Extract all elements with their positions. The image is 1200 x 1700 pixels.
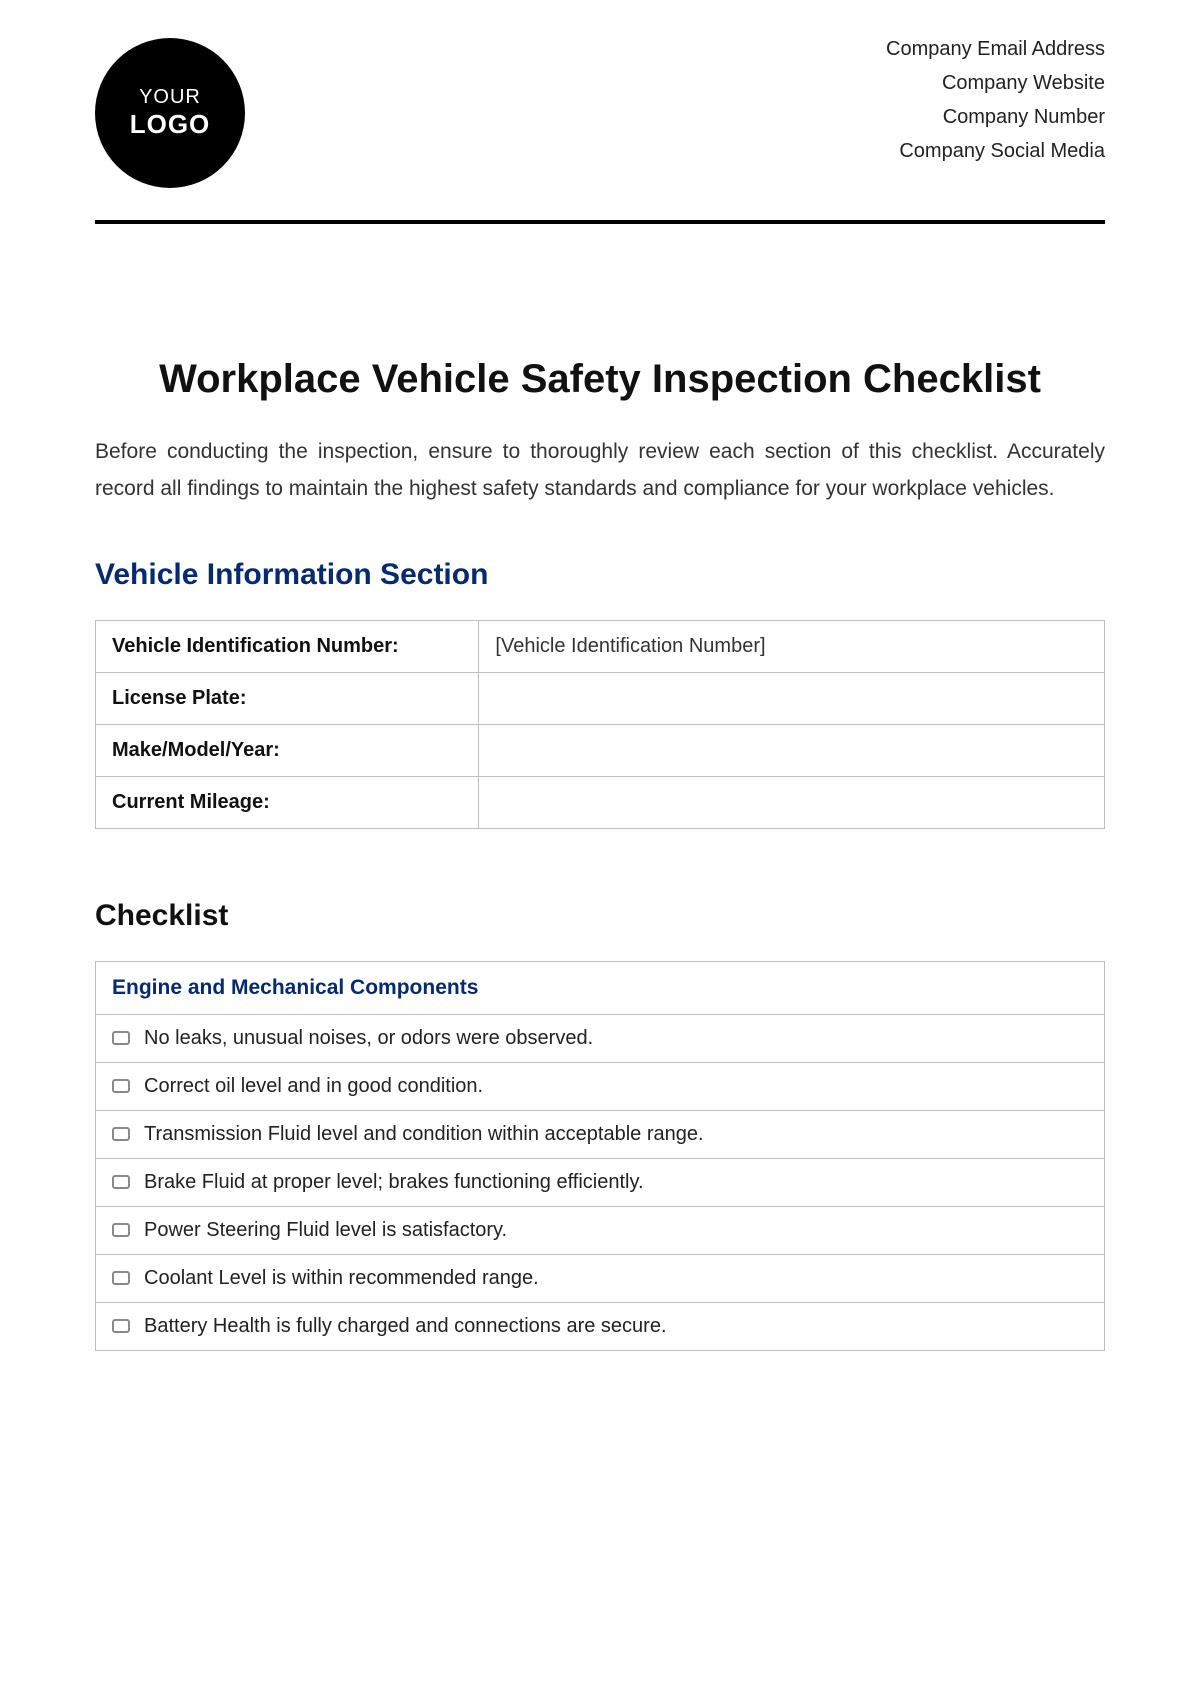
checklist-item-label: Correct oil level and in good condition. (144, 1075, 483, 1098)
checklist-item: Power Steering Fluid level is satisfacto… (112, 1219, 1088, 1242)
intro-paragraph: Before conducting the inspection, ensure… (95, 434, 1105, 508)
logo-text-your: YOUR (139, 85, 201, 109)
checklist-item: Battery Health is fully charged and conn… (112, 1315, 1088, 1338)
table-row: Battery Health is fully charged and conn… (96, 1302, 1105, 1350)
checklist-item-label: No leaks, unusual noises, or odors were … (144, 1027, 593, 1050)
checklist-heading: Checklist (95, 899, 1105, 933)
table-row: Power Steering Fluid level is satisfacto… (96, 1206, 1105, 1254)
checklist-table: Engine and Mechanical Components No leak… (95, 961, 1105, 1351)
checklist-item-label: Brake Fluid at proper level; brakes func… (144, 1171, 644, 1194)
checklist-item-label: Power Steering Fluid level is satisfacto… (144, 1219, 507, 1242)
logo-icon: YOUR LOGO (95, 38, 245, 188)
make-field[interactable] (479, 724, 1105, 776)
table-row: Engine and Mechanical Components (96, 961, 1105, 1014)
checklist-item: Brake Fluid at proper level; brakes func… (112, 1171, 1088, 1194)
company-number: Company Number (886, 100, 1105, 134)
table-row: Transmission Fluid level and condition w… (96, 1110, 1105, 1158)
vehicle-info-heading: Vehicle Information Section (95, 558, 1105, 592)
table-row: Current Mileage: (96, 776, 1105, 828)
table-row: Brake Fluid at proper level; brakes func… (96, 1158, 1105, 1206)
checkbox-icon[interactable] (112, 1175, 130, 1189)
checkbox-icon[interactable] (112, 1079, 130, 1093)
page-title: Workplace Vehicle Safety Inspection Chec… (95, 354, 1105, 404)
make-label: Make/Model/Year: (96, 724, 479, 776)
table-row: Vehicle Identification Number: [Vehicle … (96, 620, 1105, 672)
logo-text-logo: LOGO (130, 109, 211, 140)
checkbox-icon[interactable] (112, 1319, 130, 1333)
checklist-item-label: Transmission Fluid level and condition w… (144, 1123, 704, 1146)
checklist-item: Transmission Fluid level and condition w… (112, 1123, 1088, 1146)
checklist-item-label: Battery Health is fully charged and conn… (144, 1315, 667, 1338)
checkbox-icon[interactable] (112, 1271, 130, 1285)
checkbox-icon[interactable] (112, 1031, 130, 1045)
table-row: Make/Model/Year: (96, 724, 1105, 776)
company-email: Company Email Address (886, 32, 1105, 66)
checklist-item: No leaks, unusual noises, or odors were … (112, 1027, 1088, 1050)
checklist-item: Coolant Level is within recommended rang… (112, 1267, 1088, 1290)
header: YOUR LOGO Company Email Address Company … (95, 30, 1105, 208)
plate-label: License Plate: (96, 672, 479, 724)
checkbox-icon[interactable] (112, 1223, 130, 1237)
checkbox-icon[interactable] (112, 1127, 130, 1141)
header-divider (95, 220, 1105, 224)
checklist-item: Correct oil level and in good condition. (112, 1075, 1088, 1098)
table-row: Correct oil level and in good condition. (96, 1062, 1105, 1110)
document-page: YOUR LOGO Company Email Address Company … (0, 0, 1200, 1411)
plate-field[interactable] (479, 672, 1105, 724)
vin-label: Vehicle Identification Number: (96, 620, 479, 672)
table-row: Coolant Level is within recommended rang… (96, 1254, 1105, 1302)
mileage-field[interactable] (479, 776, 1105, 828)
checklist-item-label: Coolant Level is within recommended rang… (144, 1267, 539, 1290)
company-website: Company Website (886, 66, 1105, 100)
company-meta: Company Email Address Company Website Co… (886, 30, 1105, 168)
vin-field[interactable]: [Vehicle Identification Number] (479, 620, 1105, 672)
checklist-group-header: Engine and Mechanical Components (96, 961, 1105, 1014)
table-row: License Plate: (96, 672, 1105, 724)
table-row: No leaks, unusual noises, or odors were … (96, 1014, 1105, 1062)
company-social: Company Social Media (886, 134, 1105, 168)
mileage-label: Current Mileage: (96, 776, 479, 828)
vehicle-info-table: Vehicle Identification Number: [Vehicle … (95, 620, 1105, 829)
